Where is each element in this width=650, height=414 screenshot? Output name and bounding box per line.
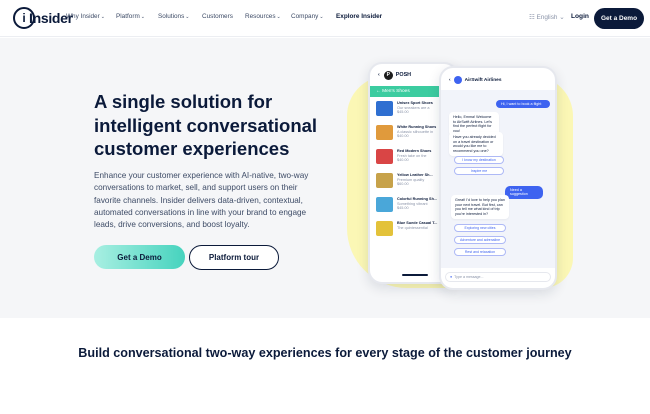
login-link[interactable]: Login: [571, 13, 589, 20]
home-indicator: [402, 274, 428, 276]
insider-logo[interactable]: i Insider: [13, 7, 73, 29]
product-description: The quintessential: [397, 225, 428, 230]
product-info: Yellow Leather Sh... Premium quality $60.0…: [397, 173, 433, 187]
chat-body: Hi, I want to book a flight Hello, Emma!…: [441, 90, 555, 268]
product-thumbnail: [376, 149, 393, 164]
platform-tour-button[interactable]: Platform tour: [189, 245, 279, 270]
product-name: White Running Shoes: [397, 125, 437, 129]
bot-message: Have you already decided on a travel des…: [449, 132, 503, 157]
chevron-down-icon: ⌄: [319, 14, 324, 20]
product-price: $40.00: [397, 158, 409, 163]
top-navigation: i Insider Why Insider⌄ Platform⌄ Solutio…: [0, 0, 650, 37]
hero-description: Enhance your customer experience with AI…: [94, 171, 309, 230]
chat-phone-mockup: ‹ AirSwift Airlines Hi, I want to book a…: [439, 66, 557, 290]
product-name: Yellow Leather Sh...: [397, 173, 433, 177]
chevron-down-icon: ⌄: [185, 14, 190, 20]
quick-reply-chip[interactable]: Rest and relaxation: [454, 248, 506, 256]
user-message: Hi, I want to book a flight: [496, 100, 550, 109]
product-name: Blue Suede Casual T...: [397, 221, 438, 225]
quick-reply-chip[interactable]: Adventure and adrenaline: [454, 236, 506, 244]
get-demo-button[interactable]: Get a Demo: [94, 245, 185, 269]
get-demo-nav-button[interactable]: Get a Demo: [594, 8, 644, 29]
posh-logo-icon: P: [383, 70, 393, 80]
product-price: $45.00: [397, 206, 409, 211]
nav-item-platform[interactable]: Platform⌄: [116, 13, 145, 20]
airline-avatar-icon: [453, 76, 462, 84]
product-thumbnail: [376, 173, 393, 188]
back-arrow-icon: ‹: [378, 72, 380, 78]
product-price: $40.00: [397, 134, 409, 139]
product-info: Red Modern Shoes Fresh take on the $40.00: [397, 149, 431, 163]
quick-reply-chip[interactable]: Inspire me: [454, 167, 504, 175]
shop-brand: POSH: [395, 72, 412, 78]
chat-header: ‹ AirSwift Airlines: [441, 72, 555, 88]
product-name: Red Modern Shoes: [397, 149, 432, 153]
product-info: Unisex Sport Shoes Our sneakers are a $45.…: [397, 101, 433, 115]
section-heading: Build conversational two-way experiences…: [78, 346, 572, 360]
quick-reply-chip[interactable]: Exploring new cities: [454, 224, 506, 232]
product-thumbnail: [376, 101, 393, 116]
product-thumbnail: [376, 125, 393, 140]
bot-message: Great! I'd love to help you plan your ne…: [451, 195, 509, 220]
nav-item-resources[interactable]: Resources⌄: [245, 13, 281, 20]
hero-title: A single solution for intelligent conver…: [94, 91, 318, 159]
product-info: White Running Shoes A classic silhouette …: [397, 125, 436, 139]
product-name: Unisex Sport Shoes: [397, 101, 433, 105]
chevron-down-icon: ⌄: [276, 14, 281, 20]
quick-reply-chip[interactable]: I know my destination: [454, 156, 504, 164]
nav-item-why-insider[interactable]: Why Insider⌄: [66, 13, 105, 20]
globe-icon: ☷: [529, 14, 535, 21]
product-thumbnail: [376, 221, 393, 236]
product-thumbnail: [376, 197, 393, 212]
nav-item-company[interactable]: Company⌄: [291, 13, 324, 20]
user-message: Need a suggestion: [505, 186, 543, 199]
product-info: Colorful Running Sh... Something vibrant $…: [397, 197, 437, 211]
chevron-down-icon: ⌄: [100, 14, 105, 20]
nav-item-solutions[interactable]: Solutions⌄: [158, 13, 190, 20]
language-selector[interactable]: ☷ English ⌄: [529, 13, 565, 21]
chevron-down-icon: ⌄: [140, 14, 145, 20]
product-name: Colorful Running Sh...: [397, 197, 438, 201]
message-input[interactable]: ● Type a message...: [445, 272, 551, 282]
airline-name: AirSwift Airlines: [464, 77, 502, 83]
product-price: $45.00: [397, 110, 409, 115]
back-arrow-icon: ‹: [449, 77, 451, 83]
nav-item-explore-insider[interactable]: Explore Insider: [336, 13, 382, 20]
chat-icon: ●: [450, 275, 453, 279]
product-info: Blue Suede Casual T... The quintessential: [397, 221, 437, 230]
nav-item-customers[interactable]: Customers: [202, 13, 233, 20]
product-price: $60.00: [397, 182, 409, 187]
chevron-down-icon: ⌄: [559, 14, 565, 21]
